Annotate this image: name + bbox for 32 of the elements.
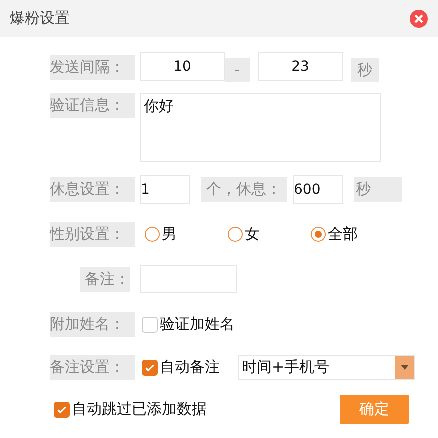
dropdown-value: 时间+手机号 [241, 357, 331, 378]
field-label: 性别设置： [50, 222, 135, 247]
message-field[interactable]: 你好 [140, 93, 381, 162]
caret-icon[interactable] [400, 365, 408, 370]
input-field[interactable]: 10 [140, 52, 225, 81]
radio-label[interactable]: 女 [245, 225, 260, 244]
checkbox-label[interactable]: 自动备注 [160, 358, 220, 377]
separator-label: - [225, 58, 250, 82]
dropdown[interactable]: 时间+手机号 [238, 355, 415, 380]
field-label: 验证信息： [50, 93, 135, 118]
unit-label: 秒 [351, 58, 379, 82]
input-field[interactable]: 1 [140, 175, 190, 204]
input-field[interactable] [140, 265, 237, 293]
field-label: 备注设置： [50, 355, 135, 380]
radio-button[interactable] [228, 227, 243, 242]
checkbox[interactable] [142, 316, 158, 332]
field-label: 休息设置： [50, 177, 135, 202]
field-label: 备注： [80, 266, 130, 292]
radio-label[interactable]: 男 [162, 225, 177, 244]
input-field[interactable]: 23 [258, 52, 343, 81]
checkbox-label[interactable]: 验证加姓名 [160, 315, 235, 334]
radio-label[interactable]: 全部 [328, 225, 358, 244]
field-label: 发送间隔： [50, 55, 135, 80]
close-icon[interactable] [410, 10, 428, 28]
window-title: 爆粉设置 [10, 9, 70, 28]
field-label: 个，休息： [201, 177, 287, 202]
unit-label: 秒 [354, 177, 402, 202]
input-field[interactable]: 600 [293, 175, 343, 204]
radio-button[interactable] [145, 227, 160, 242]
checkbox-label[interactable]: 自动跳过已添加数据 [72, 400, 207, 419]
radio-button[interactable] [311, 227, 326, 242]
field-label: 附加姓名： [50, 312, 135, 337]
